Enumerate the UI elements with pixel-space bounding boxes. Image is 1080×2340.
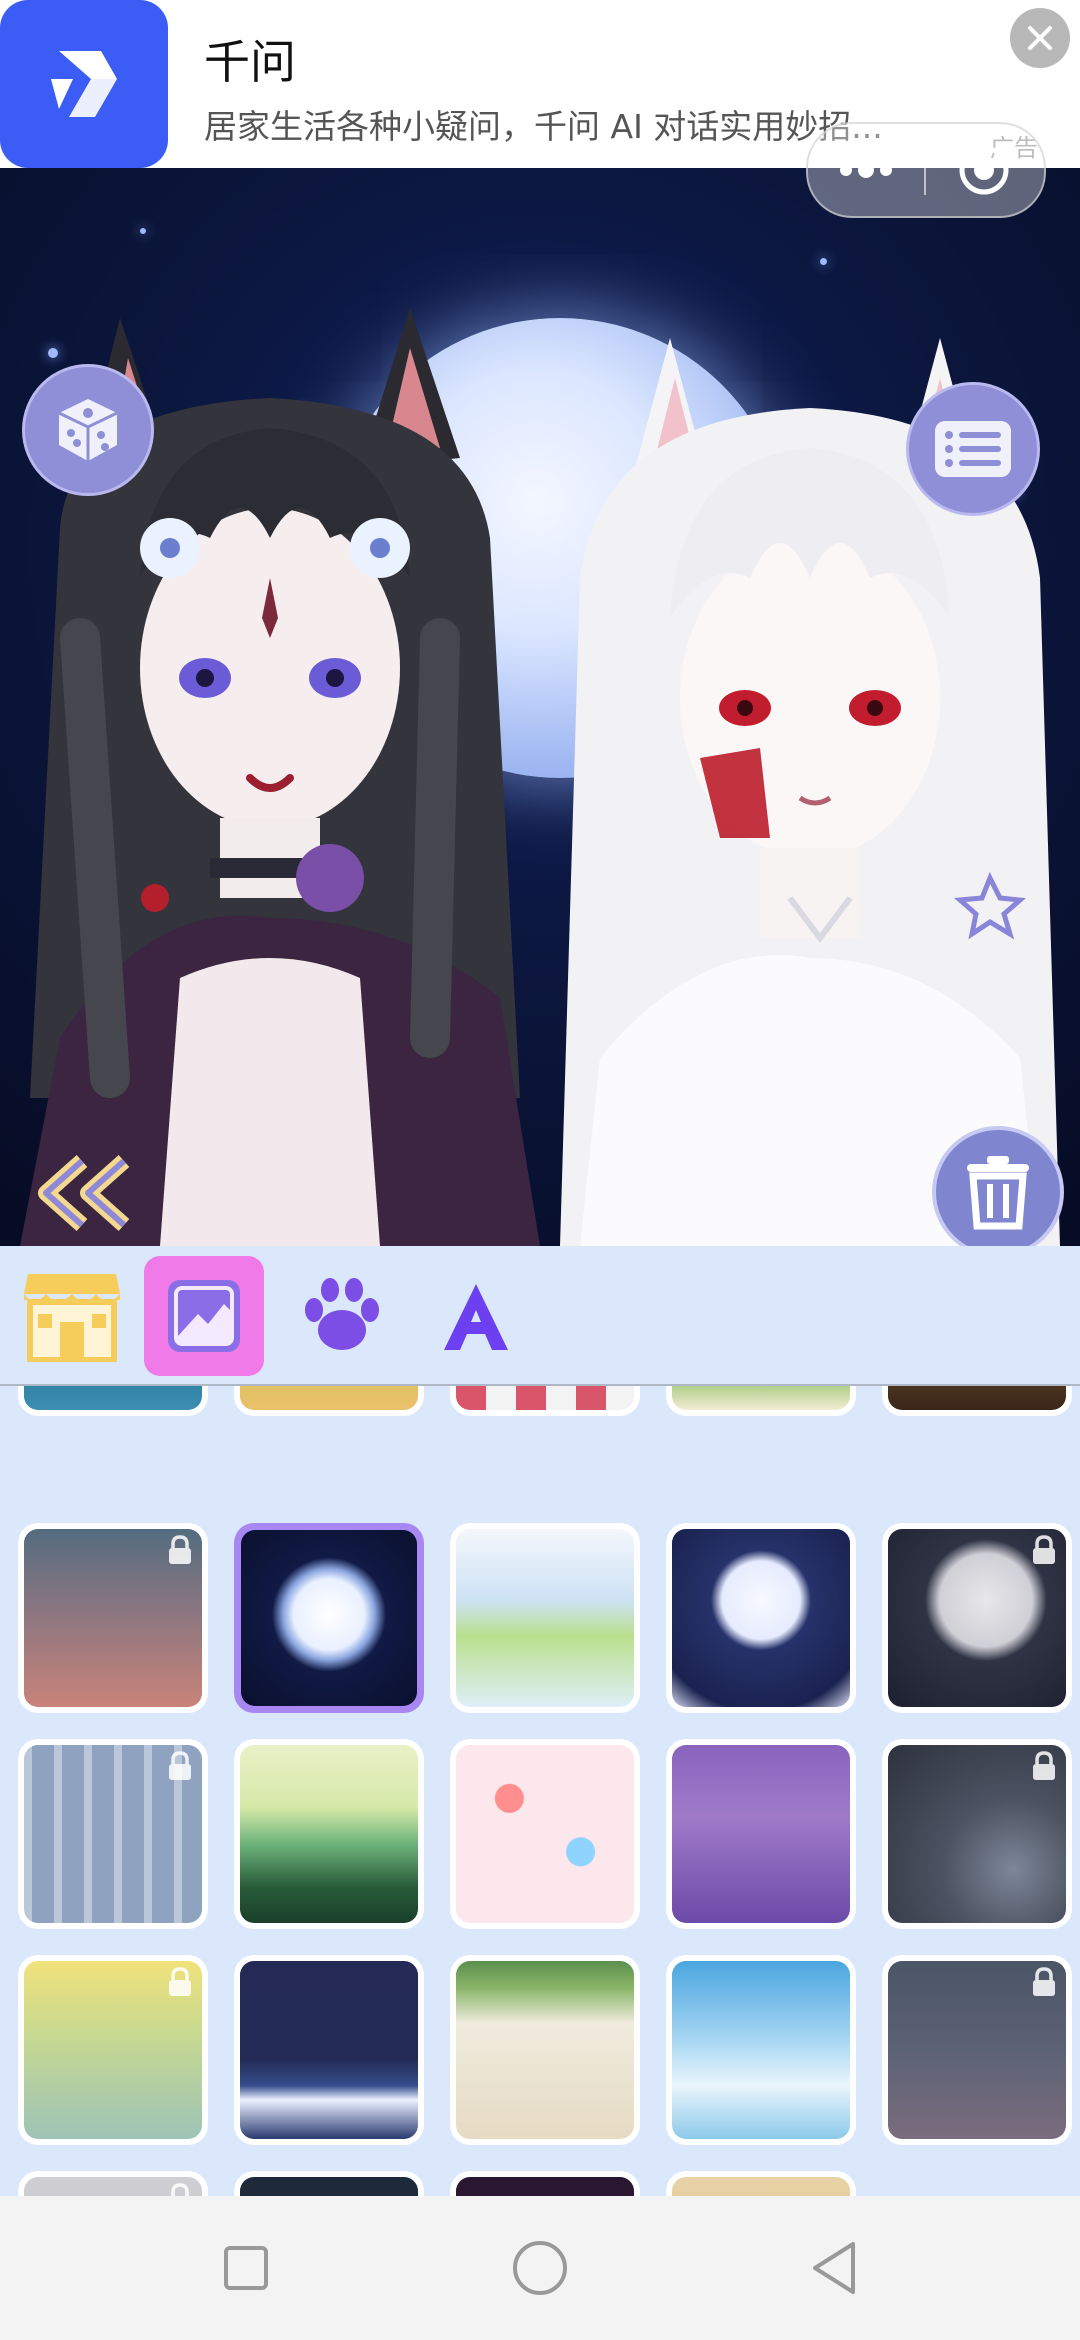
background-thumbnail [456, 1961, 634, 2139]
lock-icon [169, 1535, 191, 1564]
double-chevron-left-icon [38, 1155, 130, 1231]
lock-icon [169, 1751, 191, 1780]
background-grid [0, 1386, 1080, 2196]
system-nav-bar [0, 2196, 1080, 2340]
background-tile-green-mountain[interactable] [234, 1739, 424, 1929]
lock-icon [169, 1967, 191, 1996]
shop-icon [24, 1274, 120, 1362]
list-menu-button[interactable] [906, 382, 1040, 516]
background-thumbnail [240, 1961, 418, 2139]
background-tile-grey-partial[interactable] [18, 2171, 208, 2196]
star [820, 258, 827, 265]
background-tile-golden-waves[interactable] [18, 1955, 208, 2145]
ad-description: 居家生活各种小疑问，千问 AI 对话实用妙招... [204, 107, 883, 146]
background-thumbnail [672, 1961, 850, 2139]
ad-title: 千问 [204, 35, 296, 89]
background-tile-pink-dusk[interactable] [18, 1523, 208, 1713]
category-toolbar [0, 1246, 1080, 1386]
tab-pet[interactable] [282, 1256, 402, 1376]
close-icon[interactable] [1010, 8, 1070, 68]
background-tile-full-moon-night[interactable] [234, 1523, 424, 1713]
dice-icon [58, 399, 118, 461]
lock-icon [1033, 1535, 1055, 1564]
character-preview [0, 168, 1080, 1246]
lock-icon [1033, 1751, 1055, 1780]
background-tile-sea-sunset[interactable] [18, 1386, 208, 1416]
background-thumbnail [456, 1745, 634, 1923]
background-thumbnail [672, 1529, 850, 1707]
star [140, 228, 146, 234]
background-thumbnail [240, 2177, 418, 2196]
tab-shop[interactable] [12, 1256, 132, 1376]
background-tile-checker-pattern[interactable] [450, 1386, 640, 1416]
background-tile-beige-partial[interactable] [666, 2171, 856, 2196]
background-thumbnail [888, 1386, 1066, 1410]
tab-text[interactable] [416, 1256, 536, 1376]
background-thumbnail [456, 1529, 634, 1707]
background-tile-autumn-tree[interactable] [234, 1386, 424, 1416]
exit-target-icon[interactable] [926, 124, 1042, 216]
lock-icon [1033, 1967, 1055, 1996]
background-tile-grey-moon[interactable] [882, 1523, 1072, 1713]
mini-program-capsule [806, 122, 1046, 218]
background-thumbnail [672, 1745, 850, 1923]
background-image-icon [168, 1280, 240, 1352]
background-tile-spider-web[interactable] [882, 1739, 1072, 1929]
background-tile-watermelon[interactable] [666, 1386, 856, 1416]
background-thumbnail [24, 1386, 202, 1410]
paw-icon [305, 1278, 379, 1350]
trash-icon [967, 1156, 1029, 1230]
background-tile-lily-pond[interactable] [450, 1523, 640, 1713]
background-tile-pastel-dice[interactable] [450, 1739, 640, 1929]
background-tile-birch-forest[interactable] [18, 1739, 208, 1929]
qianwen-logo-icon [0, 0, 168, 168]
background-thumbnail [240, 1745, 418, 1923]
background-tile-night-ocean[interactable] [234, 1955, 424, 2145]
background-thumbnail [672, 1386, 850, 1410]
letter-a-icon [444, 1284, 508, 1350]
background-thumbnail [241, 1530, 417, 1706]
background-thumbnail [456, 2177, 634, 2196]
background-tile-wood[interactable] [882, 1386, 1072, 1416]
background-thumbnail [456, 1386, 634, 1410]
list-icon [935, 421, 1011, 477]
lock-icon [171, 2183, 189, 2196]
background-thumbnail [672, 2177, 850, 2196]
home-icon[interactable] [504, 2232, 576, 2304]
background-tile-crescent-dusk[interactable] [882, 1955, 1072, 2145]
back-button[interactable] [28, 1148, 146, 1238]
background-tile-ivy-wall[interactable] [450, 1955, 640, 2145]
background-tile-purple-clouds[interactable] [666, 1739, 856, 1929]
recent-apps-icon[interactable] [210, 2232, 282, 2304]
tab-background[interactable] [144, 1256, 264, 1376]
background-tile-sky-clouds[interactable] [666, 1955, 856, 2145]
background-tile-moon-crystal[interactable] [666, 1523, 856, 1713]
background-tile-dark-partial[interactable] [234, 2171, 424, 2196]
more-options-icon[interactable] [808, 124, 924, 216]
background-thumbnail [240, 1386, 418, 1410]
back-icon[interactable] [798, 2232, 870, 2304]
random-dice-button[interactable] [22, 364, 154, 496]
delete-button[interactable] [932, 1126, 1064, 1258]
background-tile-heart-partial[interactable] [450, 2171, 640, 2196]
